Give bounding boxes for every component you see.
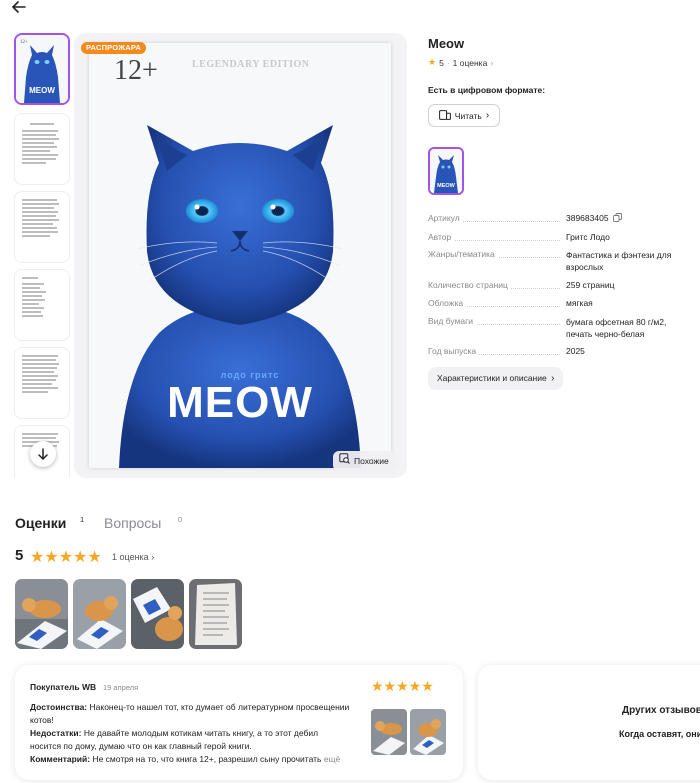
spec-value: бумага офсетная 80 г/м2, печать черно-бе… [566, 317, 667, 339]
variant-cover-thumb[interactable]: MEOW [428, 147, 464, 195]
ratings-count-link[interactable]: 1 оценка › [112, 552, 154, 562]
spec-value: мягкая [566, 298, 593, 308]
star-icon: ★ [428, 57, 437, 67]
thumbnail-cover[interactable]: MEOW 12+ [14, 33, 70, 105]
cover-edition: LEGENDARY EDITION [192, 59, 310, 70]
rating-count: 1 оценка [452, 57, 488, 68]
rating-stars-icon: ★★★★★ [30, 549, 102, 566]
spec-value: Гритс Лодо [566, 232, 610, 242]
review-author: Покупатель WB [30, 682, 97, 692]
thumbnail-page-4[interactable] [14, 269, 70, 341]
cover-title: MEOW [167, 378, 313, 427]
spec-row-cover: Обложка мягкая [428, 298, 690, 309]
spec-row-article: Артикул 389683405 [428, 213, 690, 225]
dot-separator: · [446, 57, 450, 68]
spec-key: Автор [428, 232, 455, 242]
svg-text:MEOW: MEOW [437, 183, 456, 189]
cons-label: Недостатки: [30, 728, 82, 738]
chevron-right-icon: › [490, 57, 494, 68]
read-more-link[interactable]: ещё [324, 754, 340, 764]
svg-text:MEOW: MEOW [29, 86, 55, 95]
copy-icon[interactable] [612, 213, 622, 225]
chevron-right-icon: › [151, 552, 155, 562]
thumbnail-page-5[interactable] [14, 347, 70, 419]
comment-text: Не смотря на то, что книга 12+, разрешил… [92, 754, 322, 764]
chevron-right-icon: › [551, 373, 555, 384]
read-button[interactable]: Читать › [428, 104, 500, 127]
comment-label: Комментарий: [30, 754, 91, 764]
sale-badge: РАСПРОЖАРА [81, 42, 146, 54]
cover-age-rating: 12+ [114, 55, 158, 86]
thumbnail-strip: MEOW 12+ [14, 33, 71, 478]
review-photo[interactable] [371, 709, 407, 755]
spec-key: Жанры/тематика [428, 249, 498, 259]
user-photo[interactable] [73, 579, 126, 649]
spec-row-pages: Количество страниц 259 страниц [428, 280, 690, 291]
similar-button[interactable]: Похожие [333, 451, 396, 471]
user-photo[interactable] [189, 579, 242, 649]
similar-label: Похожие [354, 456, 389, 466]
spec-value: 259 страниц [566, 280, 615, 290]
tab-questions[interactable]: Вопросы [104, 515, 161, 531]
image-search-icon [339, 451, 350, 471]
devices-icon [438, 109, 451, 122]
spec-key: Вид бумаги [428, 316, 476, 326]
spec-key: Артикул [428, 213, 463, 223]
tab-questions-count: 0 [178, 515, 183, 524]
back-arrow-icon[interactable] [12, 0, 32, 18]
average-score: 5 [15, 547, 24, 564]
thumbnail-page-2[interactable] [14, 113, 70, 185]
pros-label: Достоинства: [30, 702, 88, 712]
spec-key: Год выпуска [428, 346, 480, 356]
review-date: 19 апреля [103, 683, 139, 692]
spec-row-paper: Вид бумаги бумага офсетная 80 г/м2, печа… [428, 316, 690, 340]
product-rating[interactable]: ★ 5 · 1 оценка › [428, 57, 493, 68]
review-stars-icon: ★★★★★ [371, 678, 434, 694]
other-reviews-subtitle: Когда оставят, они [619, 729, 700, 739]
spec-value: 2025 [566, 346, 585, 356]
review-photo[interactable] [410, 709, 446, 755]
rating-value: 5 [439, 57, 444, 68]
other-reviews-title: Других отзывов [622, 705, 700, 716]
review-text: Достоинства: Наконец-то нашел тот, кто д… [30, 701, 350, 766]
spec-row-author: Автор Гритс Лодо [428, 232, 690, 243]
user-photo[interactable] [15, 579, 68, 649]
characteristics-button[interactable]: Характеристики и описание › [428, 367, 564, 390]
spec-key: Обложка [428, 298, 467, 308]
svg-text:12+: 12+ [20, 40, 28, 45]
spec-row-year: Год выпуска 2025 [428, 346, 690, 357]
ratings-count-text: 1 оценка [112, 552, 149, 562]
chevron-right-icon: › [485, 110, 490, 121]
user-photo[interactable] [131, 579, 184, 649]
spec-value: 389683405 [566, 213, 609, 223]
other-reviews-card [478, 665, 700, 780]
product-title: Meow [428, 36, 465, 51]
tab-ratings[interactable]: Оценки [15, 515, 66, 531]
tab-ratings-count: 1 [80, 515, 85, 524]
read-label: Читать [454, 110, 482, 121]
thumbnail-page-3[interactable] [14, 191, 70, 263]
scroll-down-arrow-icon[interactable] [30, 441, 56, 467]
spec-key: Количество страниц [428, 280, 511, 290]
characteristics-label: Характеристики и описание [437, 373, 547, 383]
spec-row-genre: Жанры/тематика Фантастика и фэнтези для … [428, 249, 690, 273]
spec-value: Фантастика и фэнтези для взрослых [566, 250, 672, 272]
digital-format-label: Есть в цифровом формате: [428, 85, 546, 95]
